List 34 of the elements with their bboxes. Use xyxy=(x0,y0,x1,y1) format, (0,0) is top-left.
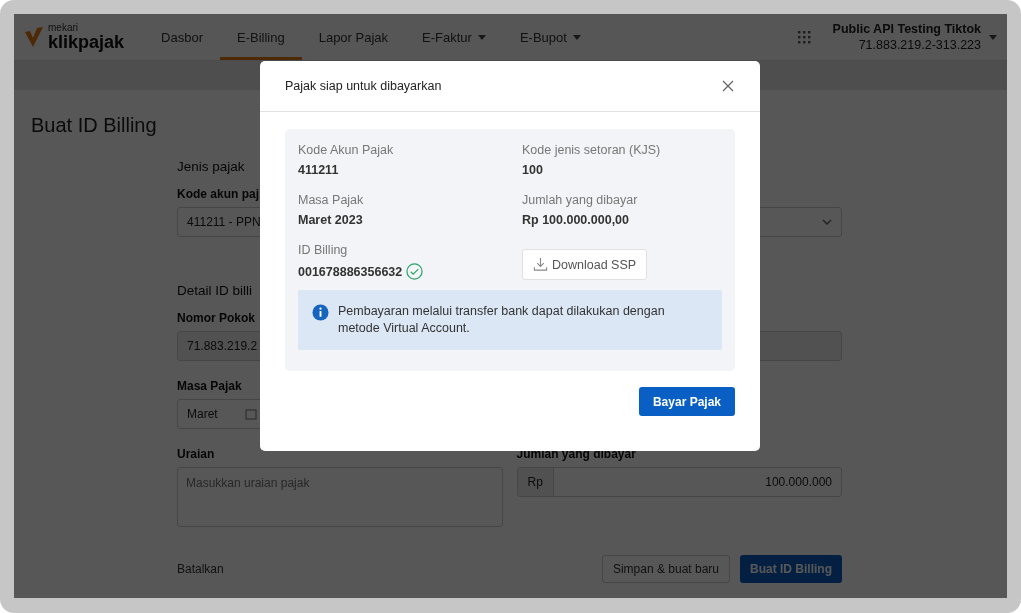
nav-tab[interactable]: Lapor Pajak xyxy=(301,14,406,60)
brand-tagline: mekari xyxy=(48,23,79,33)
field-label: Masa Pajak xyxy=(177,379,242,393)
nav-tab[interactable]: Dasbor xyxy=(144,14,220,60)
download-button[interactable]: Download SSP xyxy=(522,249,648,280)
field-value: Maret 2023 xyxy=(298,213,364,227)
nav-tab[interactable]: E-Billing xyxy=(220,14,302,60)
save-new-button[interactable]: Simpan & buat baru xyxy=(601,555,730,583)
field-value: 411211 xyxy=(298,163,340,177)
section-heading: Detail ID billi xyxy=(177,283,253,298)
field-label: Kode jenis setoran (KJS) xyxy=(522,143,662,157)
amount-field[interactable]: Rp 100.000.000 xyxy=(516,467,842,497)
field-value: Rp 100.000.000,00 xyxy=(522,213,631,227)
nav-tab[interactable]: E-Faktur xyxy=(405,14,503,60)
info-text: Pembayaran melalui transfer bank dapat dilakukan dengan metode Virtual Account. xyxy=(338,303,666,337)
field-value: 100 xyxy=(522,163,544,177)
field-label: ID Billing xyxy=(298,243,349,257)
nav-tab[interactable]: E-Bupot xyxy=(502,14,598,60)
field-label: Jumlah yang dibayar xyxy=(522,193,639,207)
brand-name: klikpajak xyxy=(48,33,125,51)
section-heading: Jenis pajak xyxy=(177,159,245,174)
field-label: Kode akun paj xyxy=(177,187,259,201)
page-title: Buat ID Billing xyxy=(31,114,158,137)
account-name[interactable]: Public API Testing Tiktok xyxy=(832,22,981,36)
billing-id: 001678886356632 xyxy=(298,264,403,279)
create-billing-button[interactable]: Buat ID Billing xyxy=(740,555,842,583)
account-npwp: 71.883.219.2-313.223 xyxy=(858,38,981,52)
cancel-link[interactable]: Batalkan xyxy=(177,562,224,576)
field-label: Uraian xyxy=(177,447,215,461)
field-label: Kode Akun Pajak xyxy=(298,143,395,157)
modal-title: Pajak siap untuk dibayarkan xyxy=(285,79,442,93)
pay-button[interactable]: Bayar Pajak xyxy=(638,387,735,416)
field-label: Nomor Pokok xyxy=(177,311,255,325)
field-label: Masa Pajak xyxy=(298,193,365,207)
